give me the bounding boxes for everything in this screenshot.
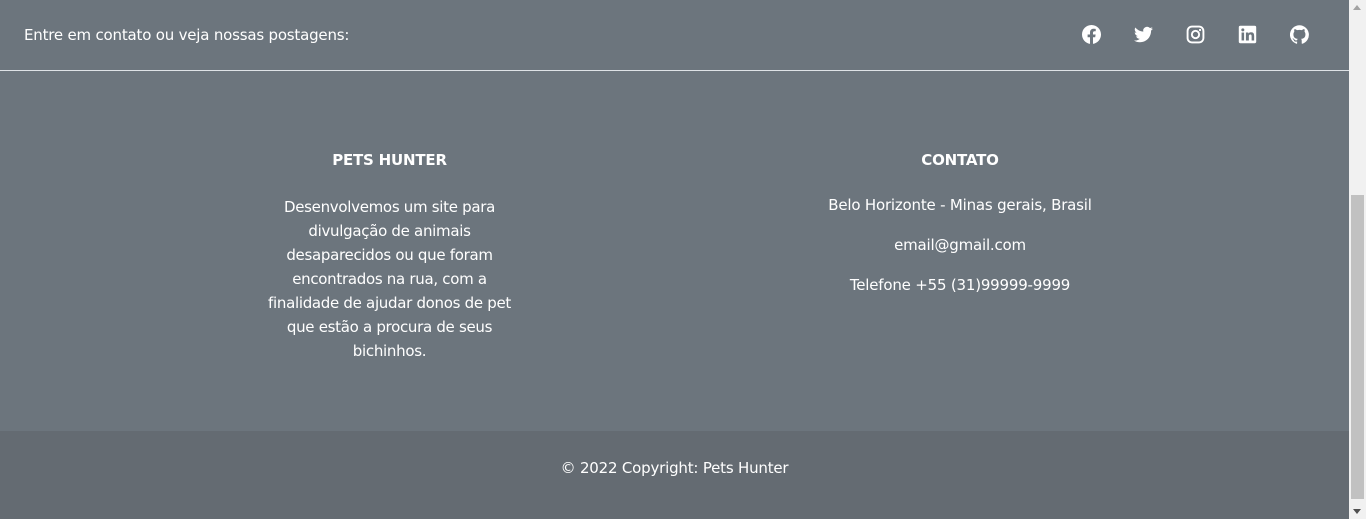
vertical-scrollbar[interactable] (1349, 0, 1366, 519)
page: Entre em contato ou veja nossas postagen… (0, 0, 1366, 519)
github-icon[interactable] (1290, 25, 1310, 45)
contact-phone: Telefone +55 (31)99999-9999 (849, 276, 1071, 294)
social-bar: Entre em contato ou veja nossas postagen… (0, 0, 1349, 71)
social-prompt: Entre em contato ou veja nossas postagen… (24, 26, 350, 44)
site-footer: Entre em contato ou veja nossas postagen… (0, 0, 1349, 519)
social-icons (1082, 25, 1342, 45)
twitter-icon[interactable] (1134, 25, 1154, 45)
scroll-down-arrow-icon[interactable] (1353, 509, 1361, 514)
instagram-icon[interactable] (1186, 25, 1206, 45)
facebook-icon[interactable] (1082, 25, 1102, 45)
contact-address: Belo Horizonte - Minas gerais, Brasil (828, 196, 1092, 214)
contact-title: CONTATO (921, 151, 999, 169)
about-description: Desenvolvemos um site para divulgação de… (268, 198, 511, 360)
copyright-text: © 2022 Copyright: Pets Hunter (560, 459, 789, 477)
copyright-bar: © 2022 Copyright: Pets Hunter (0, 431, 1349, 519)
about-title: PETS HUNTER (332, 151, 447, 169)
contact-email: email@gmail.com (894, 236, 1026, 254)
contact-section: CONTATO Belo Horizonte - Minas gerais, B… (800, 150, 1120, 296)
linkedin-icon[interactable] (1238, 25, 1258, 45)
scroll-up-arrow-icon[interactable] (1353, 5, 1361, 10)
scrollbar-thumb[interactable] (1351, 195, 1364, 499)
about-section: PETS HUNTER Desenvolvemos um site para d… (267, 150, 512, 363)
